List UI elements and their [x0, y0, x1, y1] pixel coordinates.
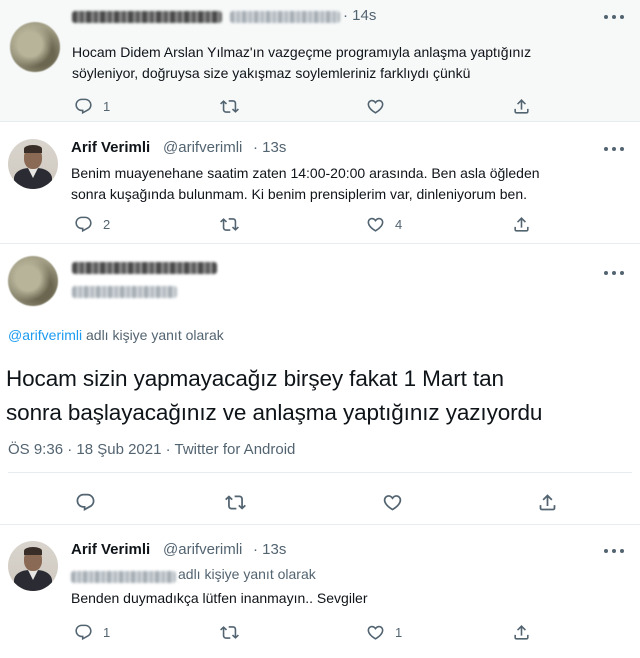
handle[interactable]: @arifverimli [163, 139, 242, 156]
retweet-button[interactable] [225, 491, 246, 513]
avatar[interactable] [8, 541, 58, 591]
share-button[interactable] [512, 621, 531, 643]
display-name[interactable]: Arif Verimli [71, 541, 150, 558]
blurred-reply-handle[interactable] [71, 571, 176, 583]
blurred-handle [72, 286, 177, 298]
retweet-icon [220, 215, 239, 234]
avatar[interactable] [8, 139, 58, 189]
share-icon [512, 215, 531, 234]
tweet-text-line: sonra kuşağında bulunmam. Ki benim prens… [71, 186, 528, 202]
tweet-time: · 14s [343, 7, 377, 24]
like-count: 1 [395, 624, 403, 640]
reply-icon [74, 215, 93, 234]
share-button[interactable] [512, 95, 531, 117]
heart-icon [366, 623, 385, 642]
reply-button[interactable]: 1 [74, 621, 110, 643]
share-button[interactable] [512, 213, 531, 235]
retweet-button[interactable] [220, 213, 239, 235]
tweet-time: · 13s [253, 139, 287, 156]
tweet-1[interactable]: · 14s Hocam Didem Arslan Yılmaz'ın vazge… [0, 0, 640, 121]
reply-button[interactable] [75, 491, 96, 513]
share-button[interactable] [537, 491, 558, 513]
reply-button[interactable]: 1 [74, 95, 110, 117]
more-icon[interactable] [604, 142, 628, 156]
share-icon [512, 623, 531, 642]
tweet-text: Hocam sizin yapmayacağız birşey fakat 1 … [6, 362, 542, 430]
display-name[interactable]: Arif Verimli [71, 139, 150, 156]
more-icon[interactable] [604, 544, 628, 558]
retweet-button[interactable] [220, 621, 239, 643]
like-count: 4 [395, 216, 403, 232]
reply-count: 2 [103, 216, 111, 232]
retweet-icon [220, 623, 239, 642]
reply-context-text: adlı kişiye yanıt olarak [178, 566, 316, 582]
tweet-time: · 13s [253, 541, 287, 558]
retweet-icon [220, 97, 239, 116]
tweet-4[interactable]: Arif Verimli @arifverimli · 13s adlı kiş… [0, 525, 640, 658]
heart-icon [382, 492, 403, 513]
like-button[interactable] [366, 95, 385, 117]
reply-count: 1 [103, 98, 111, 114]
tweet-text-line: Benim muayenehane saatim zaten 14:00-20:… [71, 165, 540, 181]
heart-icon [366, 97, 385, 116]
reply-button[interactable]: 2 [74, 213, 110, 235]
tweet-text-line: Benden duymadıkça lütfen inanmayın.. Sev… [71, 590, 368, 606]
reply-icon [74, 97, 93, 116]
tweet-text: Hocam Didem Arslan Yılmaz'ın vazgeçme pr… [72, 42, 531, 84]
tweet-text-line: Hocam sizin yapmayacağız birşey fakat 1 … [6, 366, 504, 391]
tweet-text-line: Hocam Didem Arslan Yılmaz'ın vazgeçme pr… [72, 44, 532, 60]
tweet-text-line: söyleniyor, doğruysa size yakışmaz soyle… [72, 65, 471, 81]
tweet-text: Benim muayenehane saatim zaten 14:00-20:… [71, 163, 540, 205]
blurred-username [72, 11, 222, 23]
retweet-button[interactable] [220, 95, 239, 117]
handle[interactable]: @arifverimli [163, 541, 242, 558]
avatar[interactable] [8, 256, 58, 306]
like-button[interactable]: 4 [366, 213, 402, 235]
heart-icon [366, 215, 385, 234]
avatar[interactable] [10, 22, 60, 72]
share-icon [512, 97, 531, 116]
tweet-text-line: sonra başlayacağınız ve anlaşma yaptığın… [6, 400, 543, 425]
tweet-text: Benden duymadıkça lütfen inanmayın.. Sev… [71, 588, 368, 609]
reply-mention-link[interactable]: @arifverimli [8, 327, 82, 343]
reply-count: 1 [103, 624, 111, 640]
like-button[interactable]: 1 [366, 621, 402, 643]
blurred-username [72, 262, 217, 274]
retweet-icon [225, 492, 246, 513]
blurred-handle [230, 11, 340, 23]
tweet-2[interactable]: Arif Verimli @arifverimli · 13s Benim mu… [0, 122, 640, 243]
more-icon[interactable] [604, 10, 628, 24]
more-icon[interactable] [604, 266, 628, 280]
tweet-timestamp[interactable]: ÖS 9:36 · 18 Şub 2021 · Twitter for Andr… [8, 441, 295, 458]
reply-icon [75, 492, 96, 513]
share-icon [537, 492, 558, 513]
reply-icon [74, 623, 93, 642]
reply-context: @arifverimli adlı kişiye yanıt olarak [8, 327, 224, 343]
divider [8, 472, 632, 473]
reply-context-text: adlı kişiye yanıt olarak [82, 327, 224, 343]
like-button[interactable] [382, 491, 403, 513]
